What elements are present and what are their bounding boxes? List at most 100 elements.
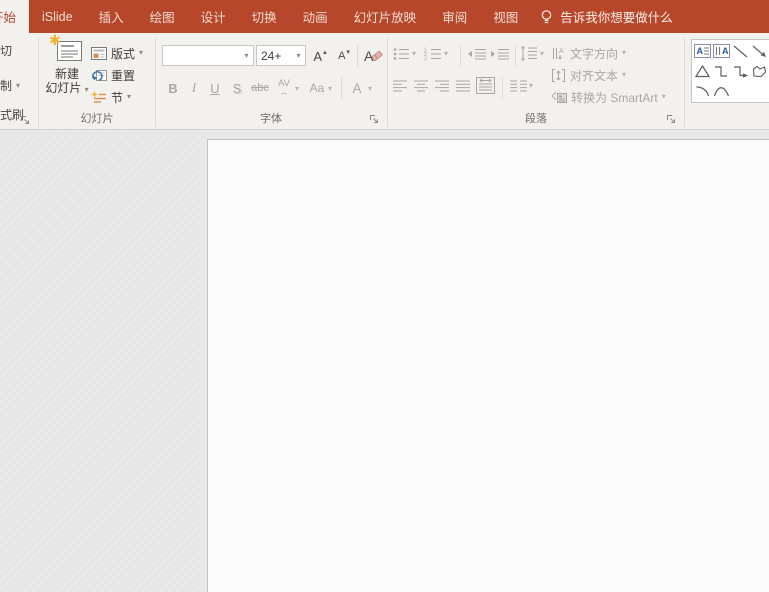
italic-button[interactable]: I <box>186 78 202 98</box>
underline-button[interactable]: U <box>206 78 224 98</box>
ribbon-tab[interactable]: 动画 <box>290 0 341 33</box>
group-paragraph: ▾ 1 2 3 ▾ ▾ ▾ A 文字方向 ▾ 对齐文本 ▾ 转换为 SmartA… <box>388 33 684 129</box>
ribbon-tab[interactable]: 插入 <box>86 0 137 33</box>
textbox-horizontal-icon[interactable]: A <box>693 41 712 61</box>
justify-button[interactable] <box>456 79 471 93</box>
ribbon-tab[interactable]: 幻灯片放映 <box>341 0 430 33</box>
ribbon-tab[interactable]: iSlide <box>29 0 86 33</box>
tell-me-box[interactable]: 告诉我你想要做什么 <box>540 0 673 33</box>
text-shadow-button[interactable]: S <box>228 78 246 98</box>
align-text-button[interactable]: 对齐文本 ▾ <box>551 65 626 85</box>
convert-smartart-button[interactable]: 转换为 SmartArt ▾ <box>551 87 666 107</box>
dropdown-arrow-icon: ▾ <box>16 80 21 90</box>
dropdown-arrow-icon: ▾ <box>540 48 545 58</box>
dialog-launcher-icon <box>21 116 29 124</box>
align-center-button[interactable] <box>414 79 429 93</box>
dropdown-arrow-icon[interactable]: ▾ <box>295 85 299 93</box>
dropdown-arrow-icon[interactable]: ▾ <box>328 85 332 93</box>
strikethrough-button[interactable]: abc <box>248 78 272 98</box>
columns-button[interactable]: ▾ <box>510 79 533 93</box>
bullets-icon <box>393 48 409 60</box>
dropdown-arrow-icon[interactable]: ▾ <box>292 46 305 65</box>
character-spacing-icon: AV ↔ <box>278 78 290 97</box>
font-size-value: 24+ <box>261 48 282 63</box>
svg-text:A: A <box>722 46 729 56</box>
align-right-button[interactable] <box>435 79 450 93</box>
line-spacing-icon <box>521 45 537 62</box>
ribbon-tab[interactable]: 绘图 <box>137 0 188 33</box>
dialog-launcher-clipboard[interactable] <box>20 115 31 126</box>
dialog-launcher-icon <box>370 115 378 123</box>
ribbon-tab[interactable]: 审阅 <box>429 0 480 33</box>
increase-indent-icon <box>491 49 509 60</box>
dialog-launcher-icon <box>667 115 675 123</box>
increase-indent-button[interactable] <box>490 47 510 61</box>
arrow-icon[interactable] <box>750 41 769 61</box>
numbering-button[interactable]: 1 2 3 ▾ <box>424 47 448 62</box>
svg-text:A: A <box>559 48 564 55</box>
text-direction-button[interactable]: A 文字方向 ▾ <box>551 43 626 63</box>
section-button[interactable]: 节 ▾ <box>91 87 131 107</box>
decrease-indent-button[interactable] <box>467 47 487 61</box>
textbox-vertical-icon[interactable]: A <box>712 41 731 61</box>
align-text-icon <box>552 68 565 82</box>
curve-icon[interactable] <box>712 81 731 101</box>
text-direction-icon: A <box>553 47 564 59</box>
arc-icon[interactable] <box>693 81 712 101</box>
svg-text:3: 3 <box>424 57 427 62</box>
new-slide-icon: ✱ <box>49 33 83 65</box>
font-color-button[interactable]: A <box>349 78 365 98</box>
dropdown-arrow-icon: ▾ <box>622 70 627 79</box>
ribbon: 切 制 ▾ 式刷 ✱ 新建 幻灯片 ▾ 版式 ▾ 重置 节 ▾ 幻灯片 ▾ 24… <box>0 33 769 130</box>
copy-button[interactable]: 制 ▾ <box>0 77 20 94</box>
font-name-combobox[interactable]: ▾ <box>162 45 254 66</box>
freeform-icon[interactable] <box>750 61 769 81</box>
dropdown-arrow-icon[interactable]: ▾ <box>240 46 253 65</box>
line-spacing-button[interactable]: ▾ <box>520 45 544 62</box>
align-left-button[interactable] <box>393 79 408 93</box>
cut-button[interactable]: 切 <box>0 42 12 59</box>
slide-thumbnail-panel[interactable] <box>0 130 206 592</box>
numbering-icon: 1 2 3 <box>424 48 441 62</box>
bullets-button[interactable]: ▾ <box>393 47 416 61</box>
dialog-launcher-paragraph[interactable] <box>666 114 677 125</box>
font-size-combobox[interactable]: 24+ ▾ <box>256 45 306 66</box>
clear-formatting-button[interactable]: A <box>361 45 385 66</box>
dropdown-arrow-icon: ▾ <box>84 85 89 94</box>
group-label-slides: 幻灯片 <box>80 113 114 125</box>
tell-me-label: 告诉我你想要做什么 <box>560 11 673 25</box>
elbow-connector-icon[interactable] <box>712 61 731 81</box>
dialog-launcher-font[interactable] <box>369 114 380 125</box>
slide-canvas[interactable] <box>207 139 769 592</box>
dropdown-arrow-icon[interactable]: ▾ <box>368 85 372 93</box>
reset-button[interactable]: 重置 <box>91 65 135 85</box>
group-slides: ✱ 新建 幻灯片 ▾ 版式 ▾ 重置 节 ▾ 幻灯片 <box>39 33 155 129</box>
line-icon[interactable] <box>731 41 750 61</box>
shrink-arrow-icon: ▾ <box>346 49 350 56</box>
sparkle-icon: ✱ <box>49 32 61 48</box>
layout-button[interactable]: 版式 ▾ <box>91 43 143 63</box>
workspace <box>0 130 769 592</box>
tab-home[interactable]: 开始 <box>0 0 30 33</box>
align-right-icon <box>435 80 449 92</box>
columns-icon <box>510 80 527 92</box>
distributed-button[interactable] <box>476 77 495 94</box>
ribbon-tab[interactable]: 设计 <box>188 0 239 33</box>
change-case-button[interactable]: Aa <box>307 78 327 98</box>
elbow-arrow-connector-icon[interactable] <box>731 61 750 81</box>
group-label-font: 字体 <box>260 113 282 125</box>
smartart-icon <box>551 91 567 103</box>
character-spacing-button[interactable]: AV ↔ <box>274 77 294 99</box>
bold-button[interactable]: B <box>164 78 182 98</box>
clear-formatting-icon: A <box>364 48 382 64</box>
ribbon-tab[interactable]: 切换 <box>239 0 290 33</box>
ribbon-tab[interactable]: 视图 <box>480 0 531 33</box>
shrink-font-button[interactable]: A ▾ <box>333 46 355 66</box>
grow-font-button[interactable]: A ▴ <box>309 46 331 66</box>
justify-icon <box>456 80 470 92</box>
triangle-icon[interactable] <box>693 61 712 81</box>
align-left-icon <box>393 80 407 92</box>
ribbon-tab-bar: 开始 iSlide插入绘图设计切换动画幻灯片放映审阅视图 告诉我你想要做什么 <box>0 0 769 33</box>
dropdown-arrow-icon: ▾ <box>139 48 144 57</box>
group-clipboard: 切 制 ▾ 式刷 <box>0 33 38 129</box>
